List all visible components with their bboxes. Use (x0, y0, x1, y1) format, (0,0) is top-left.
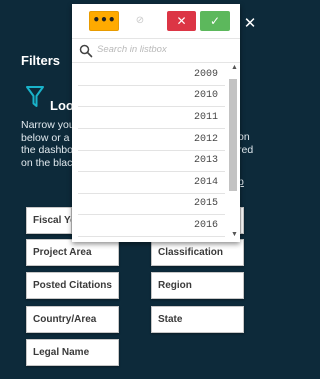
listbox-popover: ••• ⊘ ✕ ✓ Search in listbox 2009 2010 20… (72, 4, 240, 242)
filter-fiscal-year-button[interactable]: Fiscal Yea (26, 207, 72, 234)
filter-legal-name-button[interactable]: Legal Name (26, 339, 119, 366)
scrollbar-thumb[interactable] (229, 79, 237, 191)
close-icon[interactable]: ✕ (243, 15, 257, 31)
search-input[interactable]: Search in listbox (97, 44, 167, 55)
more-options-button[interactable]: ••• (89, 11, 119, 31)
page-heading: Loo (50, 98, 74, 113)
list-item[interactable]: 2015 (78, 194, 225, 215)
filter-posted-citations-button[interactable]: Posted Citations (26, 272, 119, 299)
filter-region-button[interactable]: Region (151, 272, 244, 299)
filter-button-edge[interactable] (240, 207, 244, 234)
description-text-right: on red (238, 131, 254, 156)
filters-title: Filters (21, 53, 61, 68)
filter-state-button[interactable]: State (151, 306, 244, 333)
filter-project-area-button[interactable]: Project Area (26, 239, 119, 266)
scroll-up-icon[interactable]: ▲ (231, 64, 238, 72)
confirm-selection-button[interactable]: ✓ (200, 11, 230, 31)
list-item[interactable]: 2010 (78, 86, 225, 107)
scroll-down-icon[interactable]: ▼ (231, 231, 238, 239)
clear-selection-button[interactable]: ⊘ (128, 11, 152, 31)
list-item[interactable]: 2011 (78, 108, 225, 129)
filter-country-area-button[interactable]: Country/Area (26, 306, 119, 333)
listbox-toolbar: ••• ⊘ ✕ ✓ (72, 4, 240, 38)
listbox-items: 2009 2010 2011 2012 2013 2014 2015 2016 (72, 63, 240, 242)
list-item[interactable]: 2009 (78, 65, 225, 86)
list-item[interactable]: 2012 (78, 130, 225, 151)
filter-classification-button[interactable]: Classification (151, 239, 244, 266)
cancel-selection-button[interactable]: ✕ (167, 11, 196, 31)
search-icon (79, 44, 93, 58)
list-item[interactable]: 2014 (78, 173, 225, 194)
listbox-search[interactable]: Search in listbox (72, 38, 240, 63)
listbox-scrollbar[interactable]: ▲ ▼ (228, 63, 240, 242)
list-item[interactable]: 2013 (78, 151, 225, 172)
list-item[interactable]: 2016 (78, 216, 225, 237)
filter-funnel-icon (26, 86, 44, 107)
